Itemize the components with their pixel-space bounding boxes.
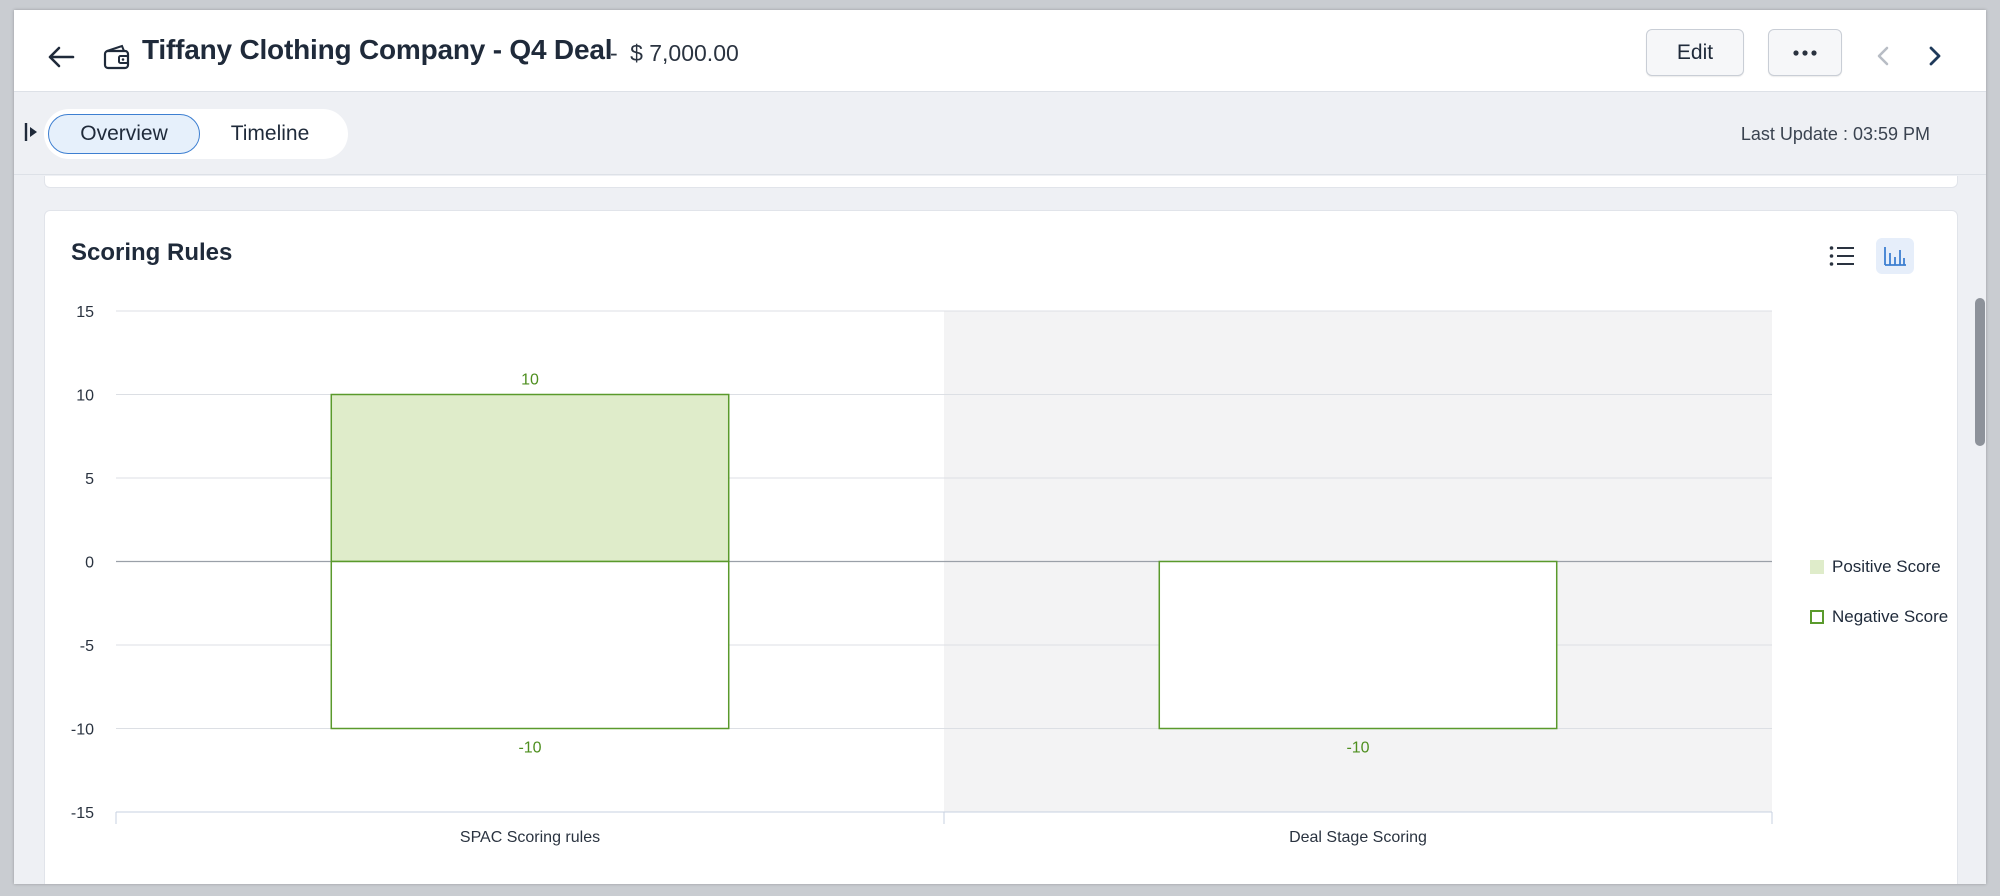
y-tick-label: 0 [85,555,94,572]
legend-item-negative[interactable]: Negative Score [1810,605,1948,629]
data-label-positive: 10 [521,372,539,389]
bar-positive [330,393,730,563]
scoring-rules-chart: 15 10 5 0 -5 -10 -15 10 -10 SPAC Scoring rules -10… [71,304,1773,846]
y-tick-label: -5 [80,638,94,655]
x-tick-label: SPAC Scoring rules [460,829,600,846]
scrollbar-track[interactable] [1974,176,1986,884]
y-tick-label: 10 [76,388,94,405]
data-label-negative: -10 [1346,740,1369,757]
y-tick-label: -15 [71,805,94,822]
y-tick-label: 15 [76,304,94,321]
legend-item-positive[interactable]: Positive Score [1810,555,1948,579]
app-window: Tiffany Clothing Company - Q4 Deal - $ 7… [14,10,1986,884]
x-tick-label: Deal Stage Scoring [1289,829,1427,846]
data-label-negative: -10 [518,740,541,757]
bar-negative [1158,560,1558,730]
legend-label: Negative Score [1832,607,1949,626]
legend-label: Positive Score [1832,557,1941,576]
chart-legend: Positive Score Negative Score [1810,555,1948,655]
legend-swatch-positive [1810,560,1824,574]
scrollbar-thumb[interactable] [1975,298,1985,446]
y-tick-label: -10 [71,722,94,739]
bar-negative [330,560,730,730]
legend-swatch-negative [1810,610,1824,624]
y-tick-label: 5 [85,471,94,488]
